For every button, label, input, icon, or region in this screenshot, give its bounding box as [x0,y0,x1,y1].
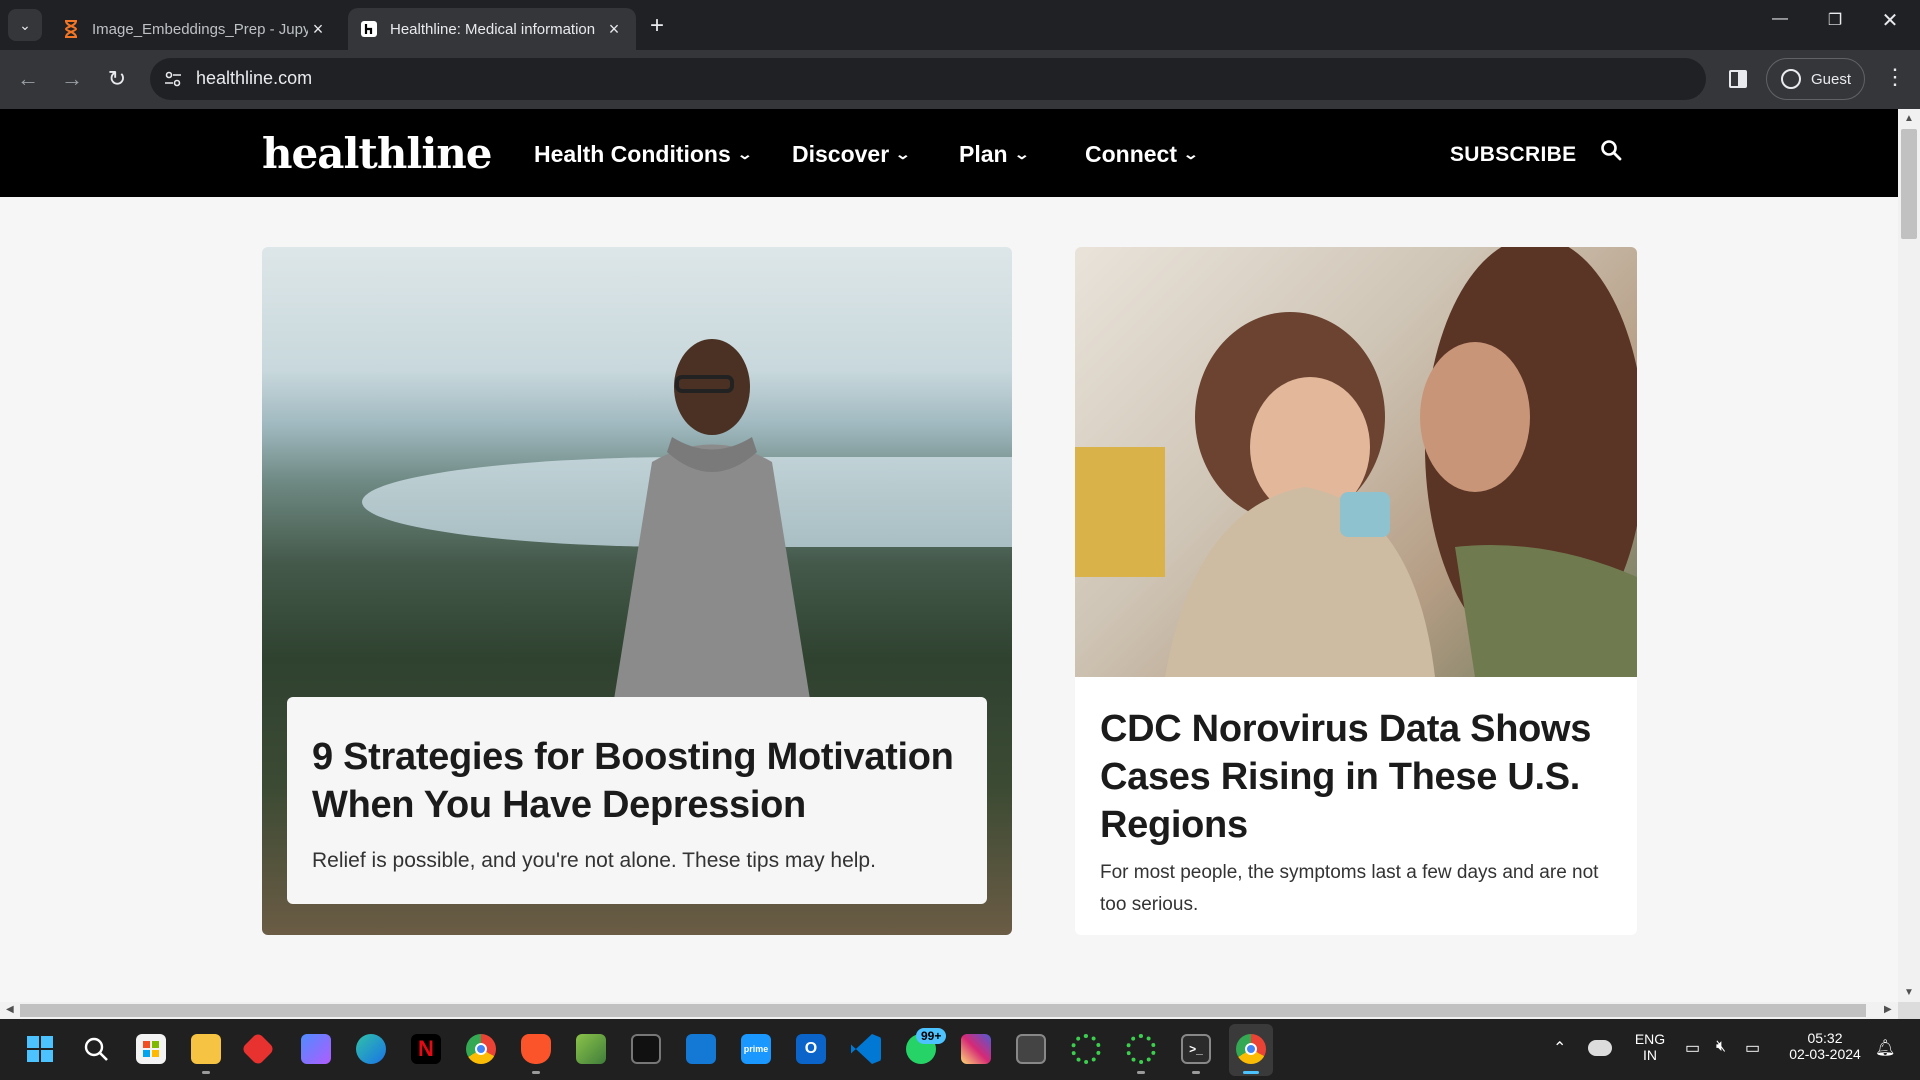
menu-label: Discover [792,141,890,167]
site-info-icon[interactable] [163,69,183,89]
store-icon[interactable] [136,1034,166,1064]
chevron-down-icon: ⌄ [1182,146,1200,162]
running-indicator [1192,1071,1200,1074]
running-indicator [1137,1071,1145,1074]
article-text-box: 9 Strategies for Boosting Motivation Whe… [287,697,987,904]
menu-discover[interactable]: Discover ⌄ [792,141,912,168]
chevron-down-icon: ⌄ [1013,146,1030,162]
tab-title: Healthline: Medical information [390,20,596,38]
healthline-favicon [360,20,378,38]
circle-green-icon[interactable] [1071,1034,1101,1064]
chrome-icon[interactable] [466,1034,496,1064]
brave-icon[interactable] [521,1034,551,1064]
instagram-icon[interactable] [961,1034,991,1064]
terminal-icon[interactable] [631,1034,661,1064]
profile-label: Guest [1811,70,1852,88]
horizontal-scrollbar[interactable]: ◀ ▶ [0,1002,1898,1019]
terminal-gray-icon[interactable] [1016,1034,1046,1064]
close-tab-icon[interactable]: × [308,19,328,40]
tab-search-button[interactable]: ⌄ [8,9,42,41]
running-indicator [202,1071,210,1074]
chrome-active-icon[interactable] [1236,1034,1266,1064]
menu-label: Health Conditions [534,141,731,167]
netflix-icon[interactable]: N [411,1034,441,1064]
vertical-scrollbar[interactable]: ▲ ▼ [1898,109,1920,1002]
search-icon[interactable] [1600,139,1622,161]
tab-jupyter[interactable]: Image_Embeddings_Prep - Jupyter × [50,8,340,50]
search-icon[interactable] [81,1034,111,1064]
battery-icon[interactable]: ▭ [1745,1038,1760,1058]
active-indicator [1243,1071,1259,1074]
start-icon[interactable] [25,1034,55,1064]
outlook-icon[interactable]: O [796,1034,826,1064]
file-explorer-icon[interactable] [191,1034,221,1064]
scroll-right-icon[interactable]: ▶ [1884,1004,1892,1015]
network-icon[interactable]: ▭ [1685,1038,1700,1058]
more-options-icon[interactable]: ⋮ [1884,64,1906,90]
close-window-icon[interactable]: ✕ [1875,8,1905,33]
menu-connect[interactable]: Connect ⌄ [1085,141,1200,168]
windows-app-icon[interactable] [686,1034,716,1064]
article-image [1075,247,1637,677]
close-tab-icon[interactable]: × [604,19,624,40]
scroll-left-icon[interactable]: ◀ [6,1004,14,1015]
running-indicator [532,1071,540,1074]
article-card[interactable]: CDC Norovirus Data Shows Cases Rising in… [1075,247,1637,935]
volume-muted-icon[interactable]: 🔇︎ [1716,1038,1726,1056]
profile-button[interactable]: Guest [1766,58,1865,100]
new-tab-button[interactable]: + [650,12,664,40]
edge-icon[interactable] [356,1034,386,1064]
minimize-icon[interactable]: — [1765,10,1795,28]
url-text[interactable]: healthline.com [196,68,312,89]
notification-badge: 99+ [916,1028,947,1044]
site-header: healthline Health Conditions ⌄ Discover ⌄ … [0,109,1898,197]
article-description: For most people, the symptoms last a few… [1100,862,1599,915]
prime-video-icon[interactable]: prime [741,1034,771,1064]
article-description: Relief is possible, and you're not alone… [312,849,876,872]
onedrive-icon[interactable] [1588,1040,1612,1056]
chevron-down-icon: ⌄ [19,16,31,33]
copilot-icon[interactable] [301,1034,331,1064]
reload-icon[interactable]: ↻ [102,64,132,94]
address-bar[interactable] [150,58,1706,100]
notification-bell-icon[interactable]: 🔔︎ [1875,1038,1895,1058]
time-text: 05:32 [1807,1030,1843,1046]
article-title[interactable]: CDC Norovirus Data Shows Cases Rising in… [1100,705,1620,849]
hourglass-icon [62,20,80,38]
scrollbar-corner [1898,1002,1920,1019]
article-title[interactable]: 9 Strategies for Boosting Motivation Whe… [312,733,962,829]
tab-title: Image_Embeddings_Prep - Jupyter [92,20,308,38]
forward-icon[interactable]: → [57,64,87,94]
menu-label: Plan [959,141,1008,167]
chevron-down-icon: ⌄ [894,146,912,162]
show-hidden-icons[interactable]: ⌃ [1553,1038,1566,1058]
scroll-down-icon[interactable]: ▼ [1904,987,1914,998]
menu-health-conditions[interactable]: Health Conditions ⌄ [534,141,753,168]
scroll-up-icon[interactable]: ▲ [1904,113,1914,124]
scrollbar-thumb[interactable] [20,1004,1866,1017]
healthline-logo[interactable]: healthline [262,129,493,178]
tab-healthline[interactable]: Healthline: Medical information × [348,8,636,50]
chevron-down-icon: ⌄ [736,146,753,162]
page-viewport: healthline Health Conditions ⌄ Discover ⌄ … [0,109,1898,1002]
language-line: IN [1643,1047,1657,1063]
back-icon[interactable]: ← [13,64,43,94]
side-panel-icon[interactable] [1729,70,1747,88]
language-line: ENG [1634,1031,1666,1047]
clock[interactable]: 05:32 02-03-2024 [1780,1030,1870,1062]
article-card-featured[interactable]: 9 Strategies for Boosting Motivation Whe… [262,247,1012,935]
date-text: 02-03-2024 [1789,1046,1861,1062]
menu-plan[interactable]: Plan ⌄ [959,141,1030,168]
photos-icon[interactable] [576,1034,606,1064]
restore-icon[interactable]: ❐ [1820,10,1850,30]
scrollbar-thumb[interactable] [1901,129,1917,239]
subscribe-link[interactable]: SUBSCRIBE [1450,143,1576,167]
language-indicator[interactable]: ENG IN [1630,1031,1670,1063]
circle-green-icon[interactable] [1126,1034,1156,1064]
user-icon [1781,69,1801,89]
cmd-icon[interactable]: >_ [1181,1034,1211,1064]
menu-label: Connect [1085,141,1177,167]
